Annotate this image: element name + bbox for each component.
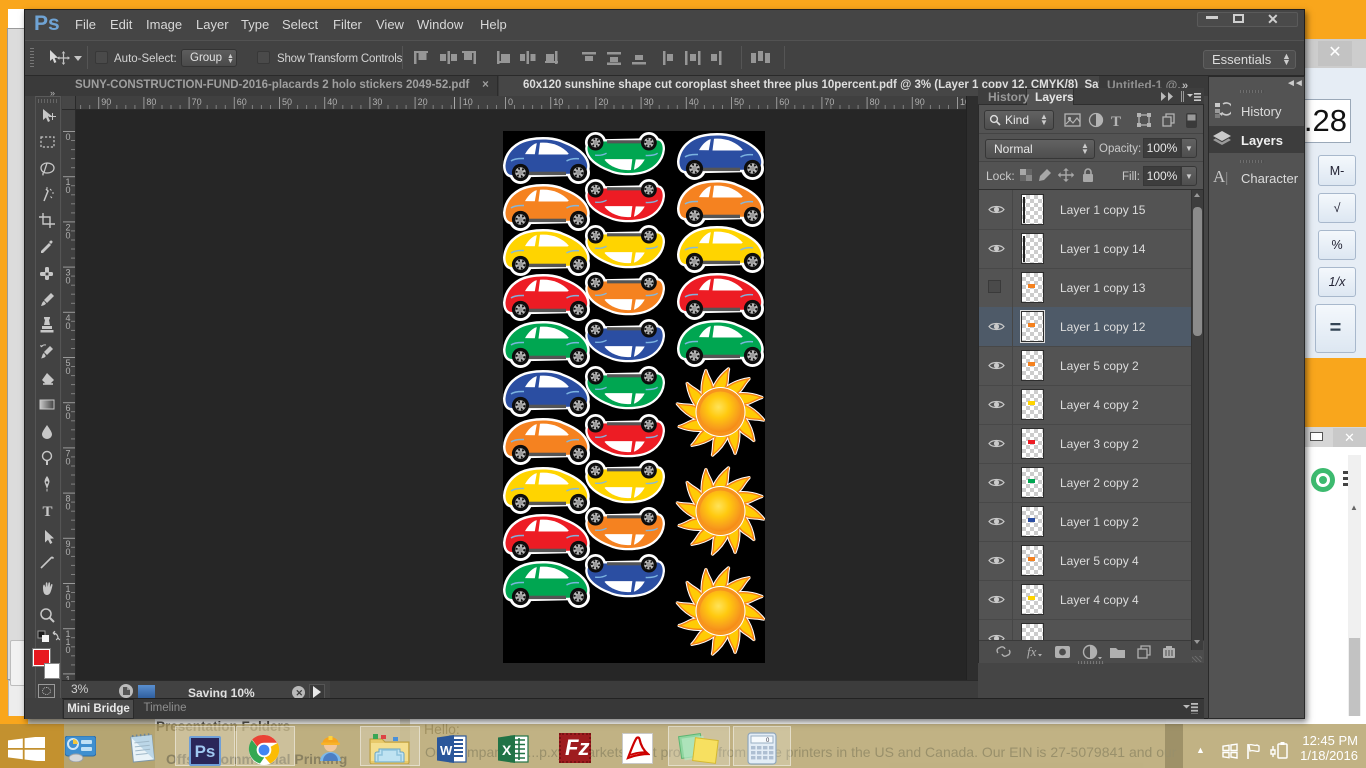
svg-text:50: 50	[734, 97, 744, 107]
svg-text:X: X	[502, 742, 512, 758]
svg-text:T: T	[43, 504, 53, 519]
svg-text:0: 0	[66, 132, 71, 142]
svg-text:40: 40	[689, 97, 699, 107]
svg-text:80: 80	[870, 97, 880, 107]
svg-text:70: 70	[824, 97, 834, 107]
svg-text:70: 70	[192, 97, 202, 107]
svg-text:0: 0	[66, 456, 71, 466]
svg-text:0: 0	[508, 97, 513, 107]
svg-text:0: 0	[66, 230, 71, 240]
svg-text:0: 0	[66, 502, 71, 512]
svg-text:0: 0	[66, 600, 71, 610]
svg-text:0: 0	[66, 185, 71, 195]
svg-text:60: 60	[779, 97, 789, 107]
svg-text:T: T	[1111, 114, 1121, 129]
svg-text:10: 10	[463, 97, 473, 107]
svg-text:0: 0	[66, 547, 71, 557]
svg-text:0: 0	[66, 645, 71, 655]
svg-text:30: 30	[372, 97, 382, 107]
svg-text:50: 50	[282, 97, 292, 107]
svg-text:30: 30	[644, 97, 654, 107]
svg-text:80: 80	[146, 97, 156, 107]
svg-text:0: 0	[66, 366, 71, 376]
svg-text:0: 0	[66, 411, 71, 421]
svg-text:0: 0	[66, 321, 71, 331]
svg-text:10: 10	[553, 97, 563, 107]
svg-text:0: 0	[66, 276, 71, 286]
svg-text:fx: fx	[1027, 644, 1037, 659]
svg-text:40: 40	[327, 97, 337, 107]
svg-text:90: 90	[915, 97, 925, 107]
svg-text:90: 90	[101, 97, 111, 107]
svg-text:W: W	[440, 743, 453, 758]
svg-text:20: 20	[418, 97, 428, 107]
svg-text:60: 60	[237, 97, 247, 107]
svg-text:20: 20	[598, 97, 608, 107]
